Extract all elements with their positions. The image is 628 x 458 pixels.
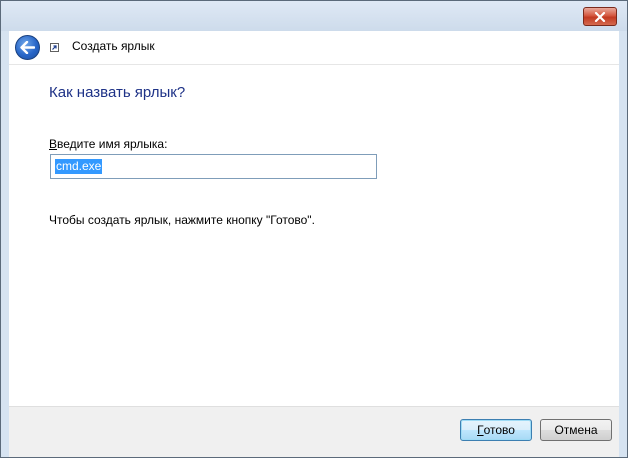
wizard-header: Создать ярлык <box>9 31 619 65</box>
wizard-footer: Готово Отмена <box>9 406 619 457</box>
close-x-icon <box>594 11 606 22</box>
shortcut-name-value: cmd.exe <box>55 159 103 174</box>
title-bar[interactable] <box>1 1 627 31</box>
back-button[interactable] <box>15 35 40 60</box>
finish-button[interactable]: Готово <box>460 419 532 441</box>
finish-hint-text: Чтобы создать ярлык, нажмите кнопку "Гот… <box>49 213 315 227</box>
shortcut-name-input[interactable]: cmd.exe <box>50 154 377 179</box>
wizard-title: Создать ярлык <box>72 39 155 53</box>
finish-button-label: отово <box>483 423 515 437</box>
wizard-content: Как назвать ярлык? Введите имя ярлыка: c… <box>9 65 619 406</box>
shortcut-name-label-text: ведите имя ярлыка: <box>57 137 168 151</box>
page-heading: Как назвать ярлык? <box>49 84 186 101</box>
shortcut-name-label-accelerator: В <box>49 137 58 151</box>
shortcut-name-label: Введите имя ярлыка: <box>49 137 167 151</box>
close-button[interactable] <box>583 7 617 26</box>
back-arrow-icon <box>20 41 35 54</box>
cancel-button[interactable]: Отмена <box>540 419 612 441</box>
wizard-window: Создать ярлык Как назвать ярлык? Введите… <box>0 0 628 458</box>
shortcut-arrow-icon <box>50 43 59 52</box>
